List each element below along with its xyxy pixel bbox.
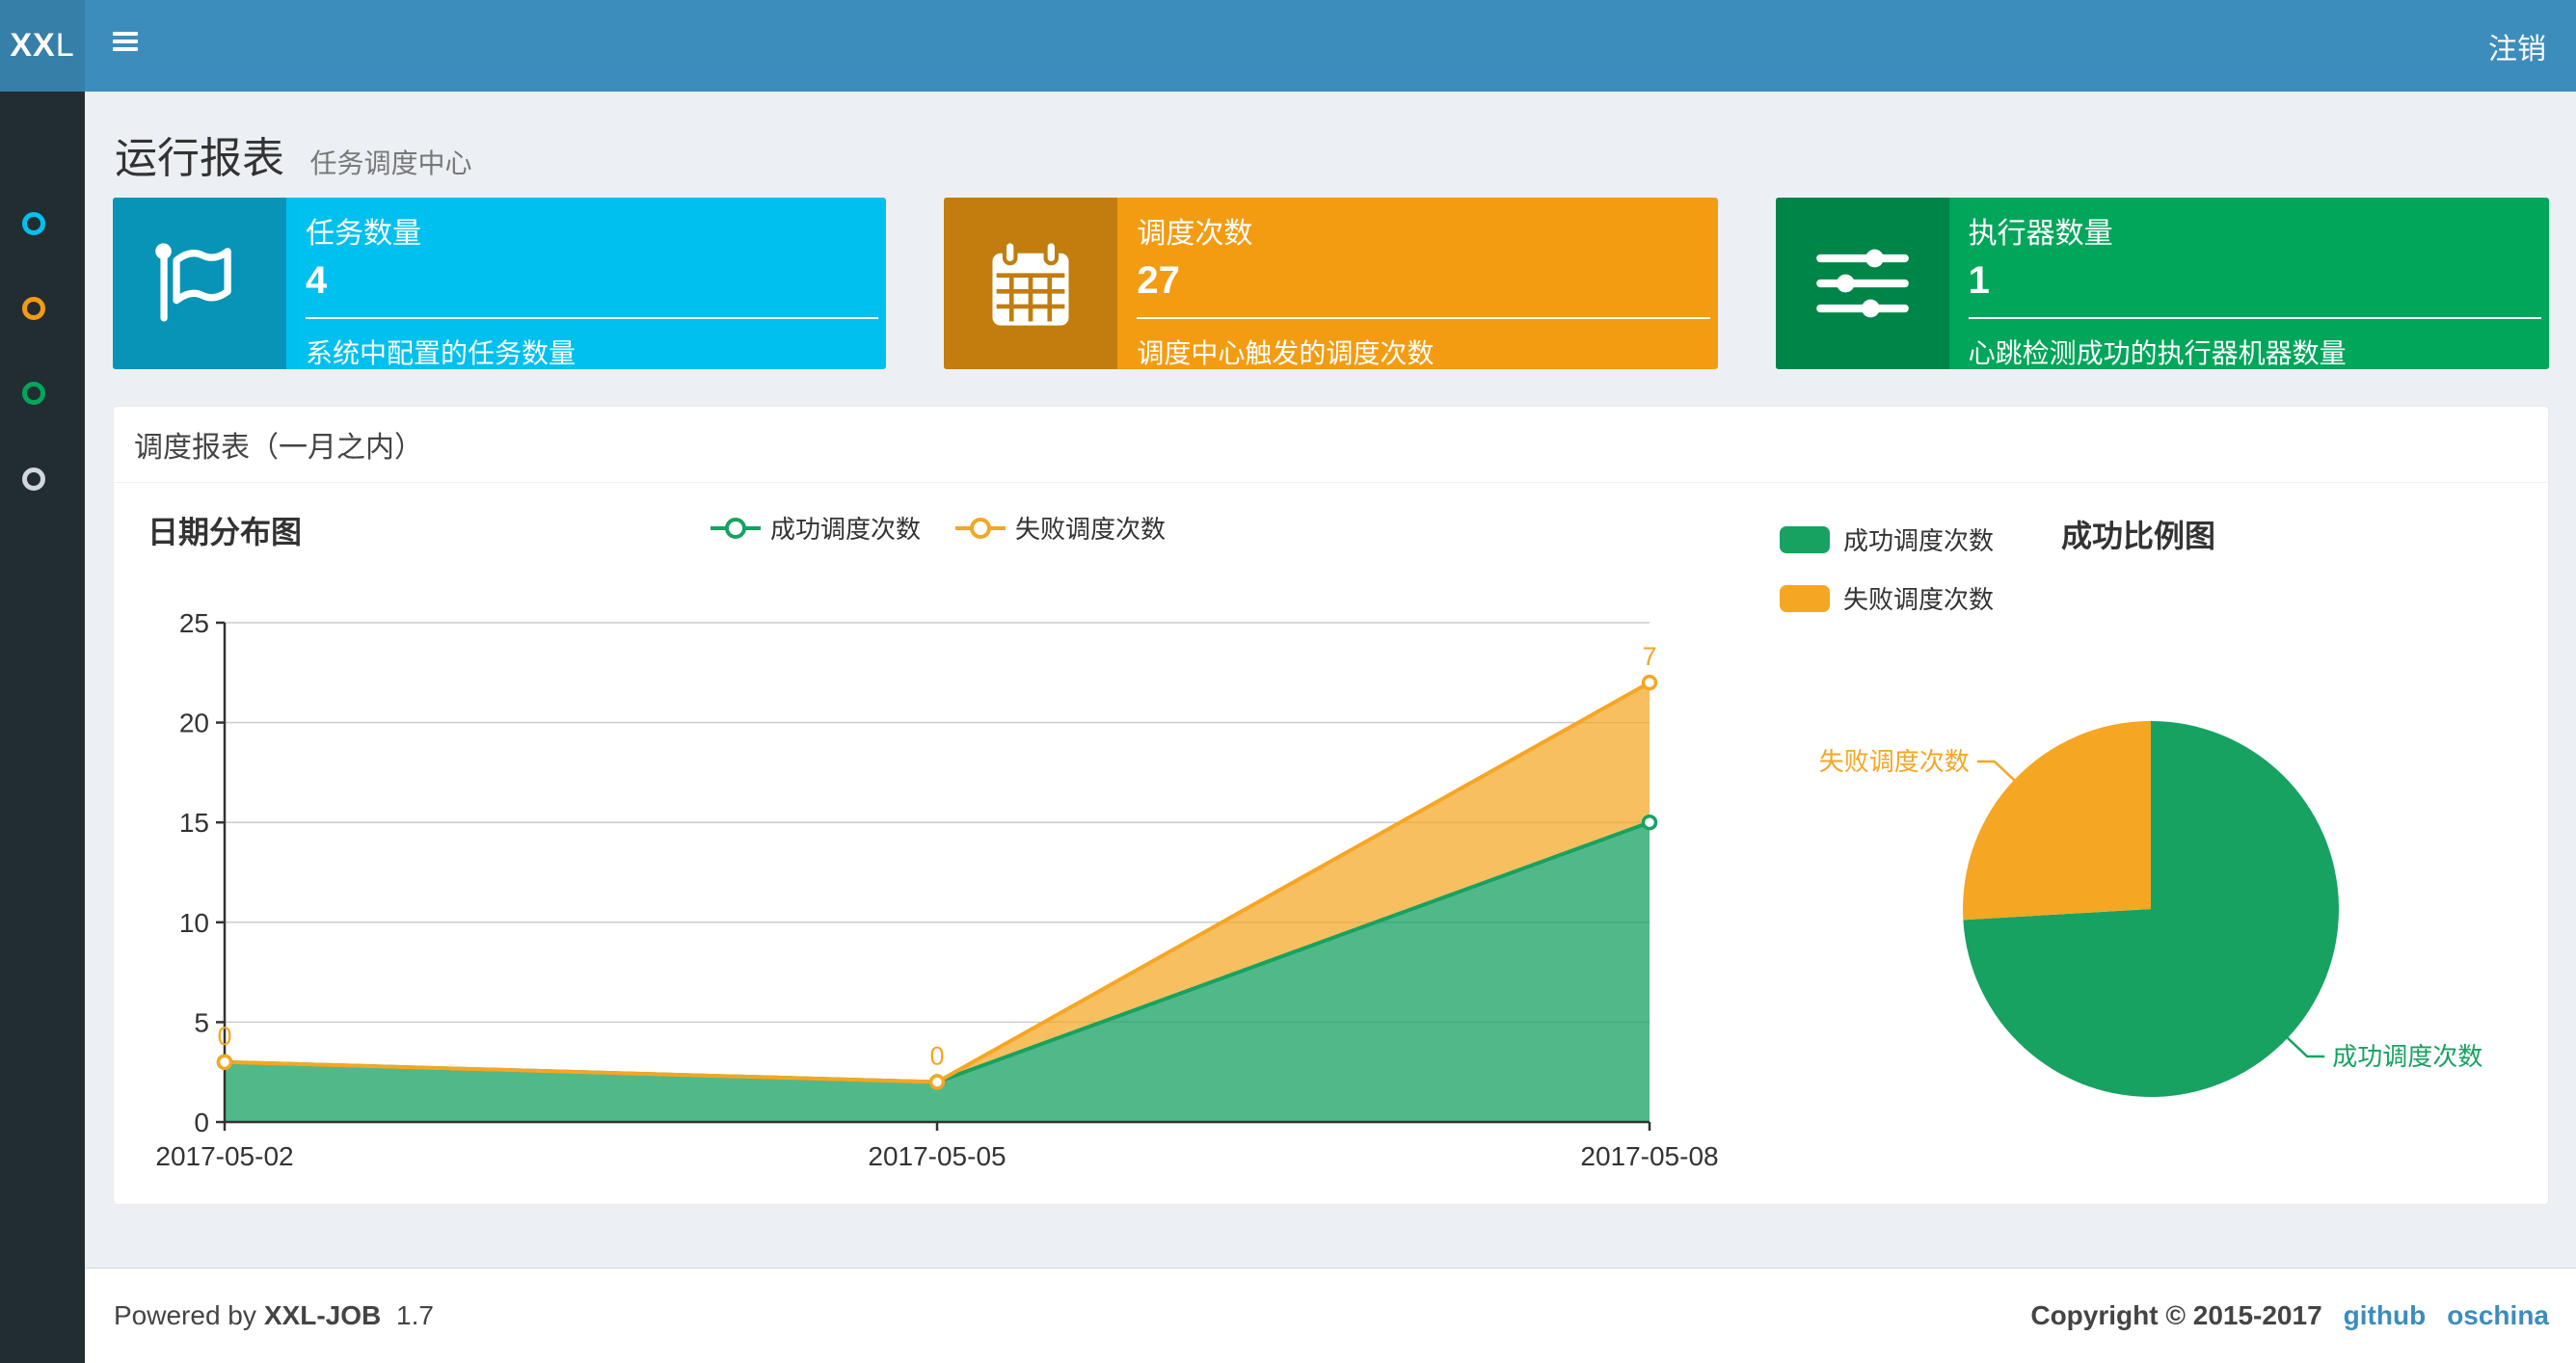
app-logo[interactable]: XX L <box>0 0 85 92</box>
copyright: Copyright © 2015-2017 github oschina <box>2030 1300 2549 1331</box>
card-description: 心跳检测成功的执行器机器数量 <box>1968 338 2347 368</box>
calendar-icon <box>992 239 1069 326</box>
sidebar-toggle-icon[interactable] <box>113 32 138 51</box>
svg-text:20: 20 <box>179 708 209 738</box>
github-link[interactable]: github <box>2344 1300 2427 1331</box>
legend-item-success[interactable]: 成功调度次数 <box>710 510 921 546</box>
success-ratio-pie: 成功调度次数 失败调度次数 <box>1819 721 2482 1097</box>
panel-title: 调度报表（一月之内） <box>134 432 423 464</box>
svg-text:7: 7 <box>1642 642 1656 671</box>
legend-swatch <box>1780 525 1830 553</box>
legend-item-fail[interactable]: 失败调度次数 <box>1780 580 1994 616</box>
card-body: 调度次数 27 调度中心触发的调度次数 <box>1117 198 1717 369</box>
pie-chart-legend: 成功调度次数 失败调度次数 <box>1780 521 1994 639</box>
card-icon-area <box>1775 198 1949 369</box>
card-value: 27 <box>1137 259 1180 302</box>
card-description: 系统中配置的任务数量 <box>306 338 577 368</box>
svg-text:失败调度次数: 失败调度次数 <box>1819 747 1970 776</box>
sliders-icon <box>1815 249 1909 318</box>
svg-text:10: 10 <box>179 908 209 938</box>
card-icon-area <box>944 198 1118 369</box>
svg-text:15: 15 <box>179 808 209 838</box>
flag-icon <box>155 243 231 322</box>
svg-text:2017-05-08: 2017-05-08 <box>1580 1141 1718 1171</box>
sidebar-item-4[interactable] <box>0 468 85 525</box>
circle-icon <box>22 212 45 235</box>
pie-chart-title: 成功比例图 <box>2061 519 2216 553</box>
sidebar-item-2[interactable] <box>0 297 85 355</box>
line-chart-legend: 成功调度次数 失败调度次数 <box>552 510 1324 546</box>
stat-card-triggers: 调度次数 27 调度中心触发的调度次数 <box>944 198 1718 369</box>
card-label: 执行器数量 <box>1968 218 2113 250</box>
card-separator <box>306 317 879 319</box>
card-value: 4 <box>306 259 328 302</box>
sidebar-item-1[interactable] <box>0 212 85 270</box>
line-series-icon <box>710 516 761 541</box>
product-name: XXL-JOB <box>263 1300 382 1330</box>
panel-header: 调度报表（一月之内） <box>114 407 2548 483</box>
legend-label: 成功调度次数 <box>1843 526 1995 555</box>
date-distribution-chart: 05101520252017-05-02 2017-05-05 2017-05-08… <box>155 608 1718 1171</box>
card-icon-area <box>113 198 286 369</box>
card-body: 执行器数量 1 心跳检测成功的执行器机器数量 <box>1949 198 2549 369</box>
oschina-link[interactable]: oschina <box>2447 1300 2549 1331</box>
svg-text:25: 25 <box>179 608 209 638</box>
card-body: 任务数量 4 系统中配置的任务数量 <box>286 198 886 369</box>
page-footer: Powered by XXL-JOB 1.7 Copyright © 2015-2… <box>85 1268 2576 1363</box>
line-series-icon <box>955 516 1006 541</box>
legend-item-success[interactable]: 成功调度次数 <box>1780 521 1994 557</box>
card-separator <box>1137 317 1710 319</box>
stat-cards-row: 任务数量 4 系统中配置的任务数量 调度次数 27 调度中心触发的调度次数 执行… <box>113 198 2549 369</box>
legend-label: 成功调度次数 <box>769 515 921 544</box>
logout-link[interactable]: 注销 <box>2482 0 2552 92</box>
report-panel: 调度报表（一月之内） 日期分布图 成功调度次数 失败调度次数 0 5 10 15 20 2… <box>113 406 2549 1205</box>
circle-icon <box>22 382 45 405</box>
logo-text-bold: XX <box>10 27 56 64</box>
main-content: 运行报表 任务调度中心 任务数量 4 系统中配置的任务数量 调度次数 27 调度… <box>85 92 2576 1268</box>
copyright-text: Copyright © 2015-2017 <box>2030 1300 2322 1330</box>
legend-label: 失败调度次数 <box>1015 515 1167 544</box>
page-title: 运行报表 <box>115 135 284 182</box>
card-label: 任务数量 <box>306 218 421 250</box>
svg-text:5: 5 <box>194 1007 209 1037</box>
stat-card-jobs: 任务数量 4 系统中配置的任务数量 <box>113 198 887 369</box>
top-navbar: XX L 注销 <box>0 0 2576 92</box>
page-subtitle: 任务调度中心 <box>309 148 472 178</box>
stat-card-executors: 执行器数量 1 心跳检测成功的执行器机器数量 <box>1775 198 2549 369</box>
powered-by: Powered by XXL-JOB 1.7 <box>114 1300 442 1331</box>
legend-swatch <box>1780 584 1830 612</box>
card-description: 调度中心触发的调度次数 <box>1137 338 1435 368</box>
panel-body: 日期分布图 成功调度次数 失败调度次数 0 5 10 15 20 25 2017-05-02… <box>114 483 2548 1204</box>
svg-text:2017-05-05: 2017-05-05 <box>868 1141 1006 1171</box>
card-value: 1 <box>1968 259 1990 302</box>
circle-icon <box>22 297 45 320</box>
sidebar <box>0 92 85 1363</box>
logo-text-light: L <box>55 27 75 64</box>
card-label: 调度次数 <box>1137 218 1253 250</box>
legend-label: 失败调度次数 <box>1843 585 1995 614</box>
svg-text:2017-05-02: 2017-05-02 <box>155 1141 293 1171</box>
svg-text:成功调度次数: 成功调度次数 <box>2332 1042 2482 1071</box>
circle-icon <box>22 468 45 491</box>
svg-text:0: 0 <box>929 1042 944 1071</box>
line-chart-title: 日期分布图 <box>148 515 303 549</box>
svg-text:0: 0 <box>194 1108 209 1137</box>
svg-text:0: 0 <box>217 1022 231 1051</box>
powered-prefix: Powered by <box>114 1300 256 1330</box>
card-separator <box>1968 317 2541 319</box>
sidebar-item-3[interactable] <box>0 382 85 440</box>
legend-item-fail[interactable]: 失败调度次数 <box>955 510 1166 546</box>
page-header: 运行报表 任务调度中心 <box>113 92 2549 198</box>
product-version: 1.7 <box>396 1300 434 1330</box>
